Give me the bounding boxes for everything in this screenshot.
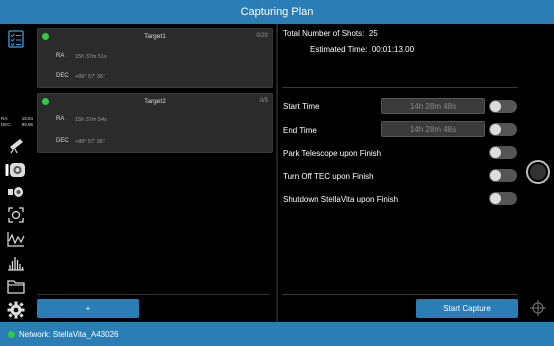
dec-label: DEC <box>56 73 69 79</box>
target-progress: 0/20 <box>256 33 268 39</box>
total-shots-value: 25 <box>368 29 378 38</box>
turn-off-tec-label: Turn Off TEC upon Finish <box>283 172 374 181</box>
park-telescope-toggle[interactable] <box>489 146 517 159</box>
turn-off-tec-toggle[interactable] <box>489 169 517 182</box>
telescope-icon[interactable] <box>5 136 27 154</box>
ra-value: 15h 37m 54s <box>75 116 107 123</box>
target-name: Target2 <box>144 98 166 105</box>
park-telescope-label: Park Telescope upon Finish <box>283 149 382 158</box>
start-time-label: Start Time <box>283 102 320 111</box>
folder-icon[interactable] <box>5 277 27 295</box>
add-target-button[interactable]: + <box>37 299 139 318</box>
window-title: Capturing Plan <box>240 6 314 18</box>
shutdown-toggle[interactable] <box>489 192 517 205</box>
divider <box>37 294 270 295</box>
target-card-1[interactable]: Target1 0/20 RA 15h 37m 51s DEC +89° 57'… <box>37 28 273 88</box>
dec-label: DEC: <box>1 122 12 127</box>
radec-readout: RA: 15:64 DEC: 89.96 <box>1 116 33 128</box>
right-bar <box>522 24 554 322</box>
estimated-time-label: Estimated Time: <box>310 45 368 54</box>
status-bar: Network: StellaVita_A43026 <box>0 322 554 346</box>
target-card-2[interactable]: Target2 0/5 RA 15h 37m 54s DEC +89° 57' … <box>37 93 273 153</box>
histogram-icon[interactable] <box>5 254 27 272</box>
network-label: Network: StellaVita_A43026 <box>19 329 119 339</box>
title-bar: Capturing Plan <box>0 0 554 24</box>
end-time-label: End Time <box>283 126 317 135</box>
end-time-field[interactable]: 14h 28m 48s <box>381 121 485 137</box>
start-time-field[interactable]: 14h 28m 48s <box>381 98 485 114</box>
start-time-toggle[interactable] <box>489 100 517 113</box>
dec-label: DEC <box>56 138 69 144</box>
gear-icon[interactable] <box>5 301 27 319</box>
dec-value: +89° 57' 36" <box>75 73 105 80</box>
total-shots-label: Total Number of Shots: <box>283 29 365 38</box>
end-time-toggle[interactable] <box>489 123 517 136</box>
crosshair-icon[interactable] <box>530 300 546 321</box>
ra-label: RA <box>56 53 65 59</box>
target-name: Target1 <box>144 33 166 40</box>
total-shots-row: Total Number of Shots: 25 <box>283 29 378 38</box>
estimated-time-value: 00:01:13.00 <box>371 45 415 54</box>
ra-value: 15h 37m 51s <box>75 53 107 60</box>
network-status-dot <box>8 330 15 338</box>
estimated-time-row: Estimated Time: 00:01:13.00 <box>310 45 414 54</box>
graph-icon[interactable] <box>5 230 27 248</box>
left-sidebar: RA: 15:64 DEC: 89.96 <box>0 24 34 322</box>
checklist-icon[interactable] <box>5 30 27 48</box>
targets-panel: Target1 0/20 RA 15h 37m 51s DEC +89° 57'… <box>35 24 275 322</box>
ra-label: RA <box>56 116 65 122</box>
start-capture-button[interactable]: Start Capture <box>416 299 518 318</box>
camera-icon[interactable] <box>5 161 27 179</box>
dec-value: 89.96 <box>21 122 33 127</box>
plan-settings-panel: Total Number of Shots: 25 Estimated Time… <box>279 24 522 322</box>
divider <box>282 87 518 88</box>
target-progress: 0/5 <box>259 98 268 104</box>
focus-target-icon[interactable] <box>5 206 27 224</box>
shutter-button[interactable] <box>526 160 550 184</box>
focuser-icon[interactable] <box>5 183 27 201</box>
divider <box>282 294 518 295</box>
divider <box>276 24 278 322</box>
shutdown-label: Shutdown StellaVita upon Finish <box>283 195 399 204</box>
dec-value: +89° 57' 36" <box>75 138 105 145</box>
